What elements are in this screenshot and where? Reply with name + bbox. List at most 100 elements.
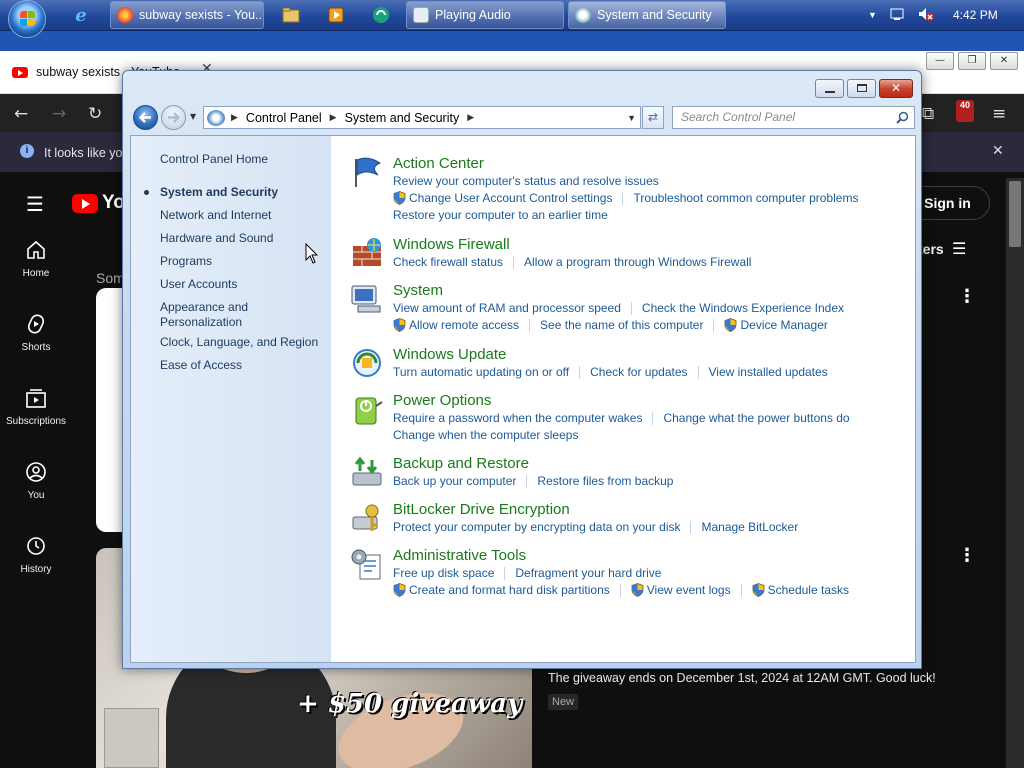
chevron-right-icon[interactable]: ▶ xyxy=(467,112,474,123)
media-player-icon[interactable] xyxy=(325,5,347,25)
windows-update-icon[interactable] xyxy=(350,346,384,380)
back-arrow-icon[interactable]: ← xyxy=(14,104,28,124)
search-input[interactable]: Search Control Panel xyxy=(672,106,915,129)
task-link[interactable]: Protect your computer by encrypting data… xyxy=(393,520,680,534)
back-button[interactable] xyxy=(133,105,158,130)
internet-explorer-icon[interactable]: e xyxy=(70,5,92,26)
forward-button[interactable] xyxy=(161,105,186,130)
nav-system-and-security[interactable]: System and Security xyxy=(160,185,325,200)
clock[interactable]: 4:42 PM xyxy=(953,0,998,30)
task-link[interactable]: Device Manager xyxy=(724,318,828,332)
browser-restore-button[interactable]: ❐ xyxy=(958,52,986,70)
task-link[interactable]: Schedule tasks xyxy=(752,583,849,597)
task-link[interactable]: Allow remote access xyxy=(393,318,519,332)
task-link[interactable]: Change User Account Control settings xyxy=(393,191,612,205)
pinned-app-icon[interactable] xyxy=(370,5,392,25)
youtube-logo[interactable]: Yo xyxy=(72,192,125,214)
address-dropdown-icon[interactable]: ▼ xyxy=(627,113,636,123)
infobar-close-icon[interactable]: ✕ xyxy=(992,143,1004,159)
hamburger-menu-icon[interactable]: ☰ xyxy=(26,192,44,216)
maximize-button[interactable] xyxy=(847,79,876,98)
power-options-icon[interactable] xyxy=(350,392,384,426)
nav-programs[interactable]: Programs xyxy=(160,254,325,269)
task-link[interactable]: Manage BitLocker xyxy=(701,520,798,534)
sidebar-item-subscriptions[interactable]: Subscriptions xyxy=(0,382,72,452)
system-computer-icon[interactable] xyxy=(350,282,384,316)
address-bar[interactable]: ▶ Control Panel ▶ System and Security ▶ … xyxy=(203,106,641,129)
extension-badge[interactable]: 40 xyxy=(956,100,974,122)
backup-restore-icon[interactable] xyxy=(350,455,384,489)
category-title[interactable]: Action Center xyxy=(393,155,484,172)
chevron-right-icon[interactable]: ▶ xyxy=(231,112,238,123)
task-link[interactable]: View amount of RAM and processor speed xyxy=(393,301,621,315)
recent-pages-dropdown[interactable]: ▼ xyxy=(190,112,196,121)
bitlocker-icon[interactable] xyxy=(350,501,384,535)
start-button[interactable] xyxy=(8,0,46,38)
task-link[interactable]: Defragment your hard drive xyxy=(515,566,661,580)
task-link[interactable]: Change when the computer sleeps xyxy=(393,428,578,442)
file-explorer-icon[interactable] xyxy=(280,5,302,25)
more-options-icon-2[interactable]: ⋮ xyxy=(958,545,976,566)
task-link[interactable]: Back up your computer xyxy=(393,474,516,488)
nav-ease-of-access[interactable]: Ease of Access xyxy=(160,358,325,373)
browser-close-button[interactable]: ✕ xyxy=(990,52,1018,70)
sidebar-item-you[interactable]: You xyxy=(0,456,72,526)
task-link[interactable]: Require a password when the computer wak… xyxy=(393,411,642,425)
task-link[interactable]: Check firewall status xyxy=(393,255,503,269)
sidebar-item-home[interactable]: Home xyxy=(0,234,72,304)
taskbar-task-playing-audio[interactable]: Playing Audio xyxy=(406,1,564,29)
task-link[interactable]: Restore files from backup xyxy=(537,474,673,488)
volume-muted-icon[interactable] xyxy=(917,6,935,25)
task-link[interactable]: Allow a program through Windows Firewall xyxy=(524,255,751,269)
scrollbar-thumb[interactable] xyxy=(1009,181,1021,247)
filters-icon[interactable]: ☰ xyxy=(952,239,966,258)
task-link[interactable]: Check for updates xyxy=(590,365,687,379)
task-link[interactable]: View installed updates xyxy=(709,365,828,379)
action-center-flag-icon[interactable] xyxy=(350,155,384,189)
nav-control-panel-home[interactable]: Control Panel Home xyxy=(160,152,325,167)
task-link[interactable]: Restore your computer to an earlier time xyxy=(393,208,608,222)
administrative-tools-icon[interactable] xyxy=(350,547,384,581)
category-title[interactable]: Administrative Tools xyxy=(393,547,526,564)
nav-appearance-and-personalization[interactable]: Appearance and Personalization xyxy=(160,300,280,330)
breadcrumb-control-panel[interactable]: Control Panel xyxy=(246,111,322,125)
nav-hardware-and-sound[interactable]: Hardware and Sound xyxy=(160,231,325,246)
scrollbar[interactable] xyxy=(1006,178,1024,768)
task-link[interactable]: Troubleshoot common computer problems xyxy=(633,191,858,205)
show-hidden-icons-button[interactable]: ▼ xyxy=(868,10,877,20)
task-link[interactable]: Change what the power buttons do xyxy=(663,411,849,425)
firewall-icon[interactable] xyxy=(350,236,384,270)
sidebar-item-shorts[interactable]: Shorts xyxy=(0,308,72,378)
reload-icon[interactable]: ↻ xyxy=(88,104,102,124)
chevron-right-icon[interactable]: ▶ xyxy=(330,112,337,123)
sidebar-item-history[interactable]: History xyxy=(0,530,72,600)
taskbar-task-firefox[interactable]: subway sexists - You... xyxy=(110,1,264,29)
more-options-icon[interactable]: ⋮ xyxy=(958,286,976,307)
taskbar-task-system-and-security[interactable]: System and Security xyxy=(568,1,726,29)
category-title[interactable]: System xyxy=(393,282,443,299)
close-button[interactable]: ✕ xyxy=(879,79,913,98)
nav-network-and-internet[interactable]: Network and Internet xyxy=(160,208,325,223)
browser-minimize-button[interactable]: — xyxy=(926,52,954,70)
forward-arrow-icon[interactable]: → xyxy=(52,104,66,124)
extensions-puzzle-icon[interactable]: ⧉ xyxy=(922,104,934,124)
task-link[interactable]: See the name of this computer xyxy=(540,318,703,332)
task-link[interactable]: Review your computer's status and resolv… xyxy=(393,174,659,188)
refresh-button[interactable]: ⇄ xyxy=(642,106,664,129)
task-link[interactable]: Create and format hard disk partitions xyxy=(393,583,610,597)
category-title[interactable]: Windows Firewall xyxy=(393,236,510,253)
breadcrumb-system-and-security[interactable]: System and Security xyxy=(345,111,460,125)
task-link[interactable]: Turn automatic updating on or off xyxy=(393,365,569,379)
category-title[interactable]: BitLocker Drive Encryption xyxy=(393,501,570,518)
network-icon[interactable] xyxy=(889,6,905,25)
task-link[interactable]: Free up disk space xyxy=(393,566,494,580)
nav-clock-language-region[interactable]: Clock, Language, and Region xyxy=(160,335,325,350)
category-title[interactable]: Power Options xyxy=(393,392,491,409)
task-link[interactable]: View event logs xyxy=(631,583,731,597)
browser-menu-icon[interactable]: ≡ xyxy=(992,104,1006,124)
task-link[interactable]: Check the Windows Experience Index xyxy=(642,301,844,315)
category-title[interactable]: Backup and Restore xyxy=(393,455,529,472)
category-title[interactable]: Windows Update xyxy=(393,346,506,363)
minimize-button[interactable] xyxy=(815,79,844,98)
nav-user-accounts[interactable]: User Accounts xyxy=(160,277,325,292)
